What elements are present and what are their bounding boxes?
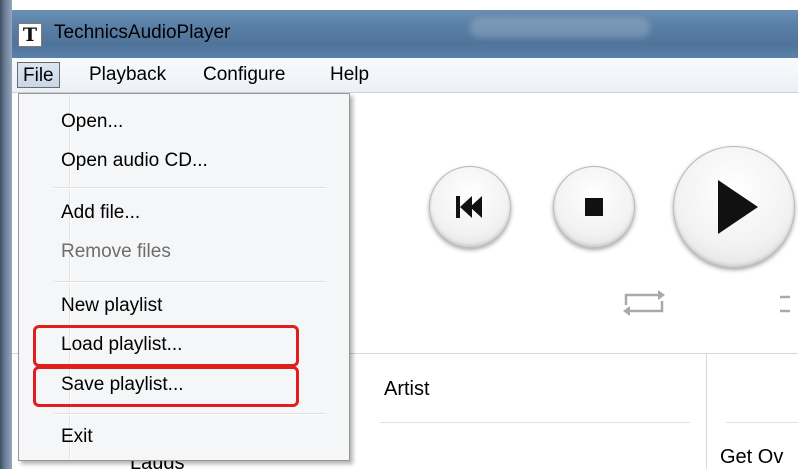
playlist-cell-right[interactable]: Get Ov (720, 446, 783, 469)
artist-column-header[interactable]: Artist (384, 378, 430, 401)
menu-help[interactable]: Help (325, 62, 374, 88)
menu-item-open[interactable]: Open... (61, 111, 123, 133)
window-title: TechnicsAudioPlayer (54, 22, 231, 43)
stop-icon (585, 198, 603, 216)
menu-separator (54, 187, 326, 189)
shuffle-icon[interactable] (778, 292, 798, 316)
right-header-line (726, 422, 798, 423)
previous-icon (456, 196, 482, 218)
highlight-save-playlist (33, 366, 299, 407)
menu-file[interactable]: File (17, 62, 60, 88)
menu-separator (54, 281, 326, 283)
menu-separator (54, 413, 326, 415)
menu-item-add-file[interactable]: Add file... (61, 202, 140, 224)
menu-item-new-playlist[interactable]: New playlist (61, 295, 162, 317)
window-left-edge (0, 0, 12, 469)
menu-playback[interactable]: Playback (84, 62, 171, 88)
stop-button[interactable] (553, 166, 635, 248)
title-bar-blur (470, 18, 650, 38)
artist-header-line (380, 422, 690, 423)
app-icon: T (18, 23, 42, 47)
menu-item-remove-files: Remove files (61, 241, 171, 262)
highlight-load-playlist (33, 325, 299, 367)
menu-configure[interactable]: Configure (198, 62, 290, 88)
play-icon (718, 180, 758, 234)
play-button[interactable] (673, 146, 795, 268)
previous-button[interactable] (429, 166, 511, 248)
playlist-column-divider (706, 353, 707, 469)
repeat-icon[interactable] (620, 288, 668, 318)
menu-item-open-audio-cd[interactable]: Open audio CD... (61, 150, 208, 172)
menu-item-exit[interactable]: Exit (61, 426, 93, 448)
